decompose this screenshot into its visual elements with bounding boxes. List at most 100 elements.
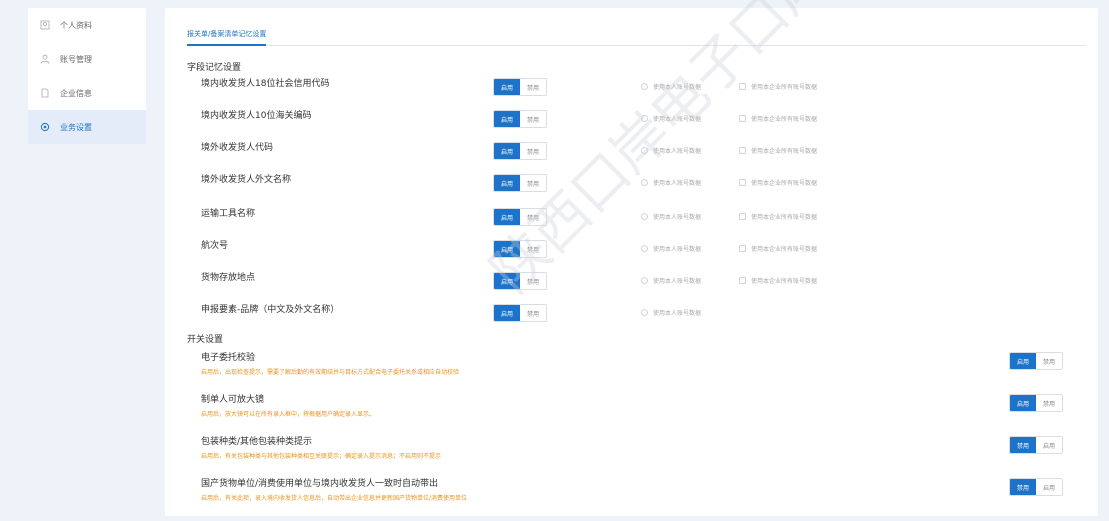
field-label: 货物存放地点: [201, 273, 256, 283]
radio-label: 使用本人账号数据: [653, 180, 702, 187]
disable-button[interactable]: 禁用: [520, 209, 546, 225]
checkbox-label: 使用本企业所有账号数据: [751, 180, 818, 187]
checkbox-icon: [739, 147, 746, 154]
enable-button[interactable]: 启用: [494, 79, 520, 95]
field-label: 申报要素-品牌（中文及外文名称）: [201, 305, 340, 315]
company-data-checkbox[interactable]: 使用本企业所有账号数据: [739, 212, 817, 221]
radio-label: 使用本人账号数据: [653, 278, 702, 285]
radio-label: 使用本人账号数据: [653, 116, 702, 123]
field-label: 境内收发货人18位社会信用代码: [201, 79, 330, 89]
enable-button[interactable]: 启用: [494, 241, 520, 257]
switch-hint: 启用后，有关包装种类与其他包装种类相互关联提示；确定录入提示消息；不启用则不提示: [201, 453, 442, 460]
enable-button[interactable]: 启用: [494, 143, 520, 159]
disable-button[interactable]: 禁用: [1036, 395, 1062, 411]
field-label: 运输工具名称: [201, 209, 256, 219]
enable-button[interactable]: 启用: [494, 305, 520, 321]
field-label: 境外收发货人代码: [201, 143, 274, 153]
disable-button[interactable]: 禁用: [1010, 437, 1036, 453]
own-account-data-radio[interactable]: 使用本人账号数据: [641, 308, 701, 317]
checkbox-label: 使用本企业所有账号数据: [751, 148, 818, 155]
radio-circle-icon: [641, 277, 648, 284]
enable-button[interactable]: 启用: [494, 175, 520, 191]
own-account-data-radio[interactable]: 使用本人账号数据: [641, 178, 701, 187]
enable-button[interactable]: 启用: [1010, 395, 1036, 411]
radio-label: 使用本人账号数据: [653, 310, 702, 317]
sidebar-item-profile[interactable]: 个人资料: [28, 8, 146, 42]
field-toggle: 启用 禁用: [493, 110, 547, 128]
disable-button[interactable]: 禁用: [520, 111, 546, 127]
switch-hint: 启用后，出现检查提示，需要了解后勤的有效期结并与目标方式配合电子委托关系或相应自…: [201, 369, 460, 376]
radio-circle-icon: [641, 245, 648, 252]
disable-button[interactable]: 禁用: [520, 79, 546, 95]
switch-hint: 启用后，放大镜可以在所有录入框中，将根据用户确定录入显示。: [201, 411, 376, 418]
switch-label: 国产货物单位/消费使用单位与境内收发货人一致时自动带出: [201, 479, 439, 489]
enable-button[interactable]: 启用: [1010, 353, 1036, 369]
switch-hint: 启用后，有关此项，录入境内收发货人信息后，自动带出企业信息并更新国产货物单位/消…: [201, 495, 468, 502]
own-account-data-radio[interactable]: 使用本人账号数据: [641, 276, 701, 285]
company-data-checkbox[interactable]: 使用本企业所有账号数据: [739, 276, 817, 285]
tab-memory-settings[interactable]: 报关单/备案清单记忆设置: [187, 29, 267, 46]
checkbox-label: 使用本企业所有账号数据: [751, 246, 818, 253]
enable-button[interactable]: 启用: [494, 273, 520, 289]
checkbox-label: 使用本企业所有账号数据: [751, 278, 818, 285]
switch-toggle: 禁用 启用: [1009, 478, 1063, 496]
own-account-data-radio[interactable]: 使用本人账号数据: [641, 82, 701, 91]
memory-section-title: 字段记忆设置: [187, 63, 242, 73]
field-toggle: 启用 禁用: [493, 304, 547, 322]
disable-button[interactable]: 禁用: [520, 273, 546, 289]
radio-label: 使用本人账号数据: [653, 84, 702, 91]
radio-label: 使用本人账号数据: [653, 148, 702, 155]
gear-icon: [40, 122, 50, 132]
field-toggle: 启用 禁用: [493, 174, 547, 192]
switch-section-title: 开关设置: [187, 335, 224, 345]
enable-button[interactable]: 启用: [494, 209, 520, 225]
radio-circle-icon: [641, 309, 648, 316]
checkbox-icon: [739, 277, 746, 284]
checkbox-icon: [739, 245, 746, 252]
radio-circle-icon: [641, 213, 648, 220]
radio-circle-icon: [641, 147, 648, 154]
company-data-checkbox[interactable]: 使用本企业所有账号数据: [739, 82, 817, 91]
switch-toggle: 启用 禁用: [1009, 394, 1063, 412]
enable-button[interactable]: 启用: [1036, 479, 1062, 495]
disable-button[interactable]: 禁用: [520, 143, 546, 159]
radio-circle-icon: [641, 115, 648, 122]
enable-button[interactable]: 启用: [1036, 437, 1062, 453]
switch-toggle: 启用 禁用: [1009, 352, 1063, 370]
company-data-checkbox[interactable]: 使用本企业所有账号数据: [739, 114, 817, 123]
switch-label: 制单人可放大镜: [201, 395, 265, 405]
own-account-data-radio[interactable]: 使用本人账号数据: [641, 114, 701, 123]
sidebar-item-business-settings[interactable]: 业务设置: [28, 110, 146, 144]
switch-label: 包装种类/其他包装种类提示: [201, 437, 313, 447]
checkbox-label: 使用本企业所有账号数据: [751, 116, 818, 123]
own-account-data-radio[interactable]: 使用本人账号数据: [641, 244, 701, 253]
field-label: 境内收发货人10位海关编码: [201, 111, 312, 121]
radio-circle-icon: [641, 179, 648, 186]
company-data-checkbox[interactable]: 使用本企业所有账号数据: [739, 178, 817, 187]
field-toggle: 启用 禁用: [493, 272, 547, 290]
disable-button[interactable]: 禁用: [520, 175, 546, 191]
disable-button[interactable]: 禁用: [520, 305, 546, 321]
sidebar-item-label: 业务设置: [60, 122, 92, 132]
sidebar-item-label: 个人资料: [60, 20, 92, 30]
sidebar-item-company[interactable]: 企业信息: [28, 76, 146, 110]
tab-bar: 报关单/备案清单记忆设置: [187, 24, 1086, 46]
field-toggle: 启用 禁用: [493, 208, 547, 226]
sidebar-item-account[interactable]: 账号管理: [28, 42, 146, 76]
switch-toggle: 禁用 启用: [1009, 436, 1063, 454]
checkbox-label: 使用本企业所有账号数据: [751, 214, 818, 221]
company-data-checkbox[interactable]: 使用本企业所有账号数据: [739, 244, 817, 253]
document-icon: [40, 88, 50, 98]
disable-button[interactable]: 禁用: [1010, 479, 1036, 495]
enable-button[interactable]: 启用: [494, 111, 520, 127]
checkbox-icon: [739, 83, 746, 90]
sidebar-item-label: 企业信息: [60, 88, 92, 98]
own-account-data-radio[interactable]: 使用本人账号数据: [641, 146, 701, 155]
radio-circle-icon: [641, 83, 648, 90]
disable-button[interactable]: 禁用: [520, 241, 546, 257]
company-data-checkbox[interactable]: 使用本企业所有账号数据: [739, 146, 817, 155]
disable-button[interactable]: 禁用: [1036, 353, 1062, 369]
own-account-data-radio[interactable]: 使用本人账号数据: [641, 212, 701, 221]
checkbox-label: 使用本企业所有账号数据: [751, 84, 818, 91]
field-toggle: 启用 禁用: [493, 240, 547, 258]
